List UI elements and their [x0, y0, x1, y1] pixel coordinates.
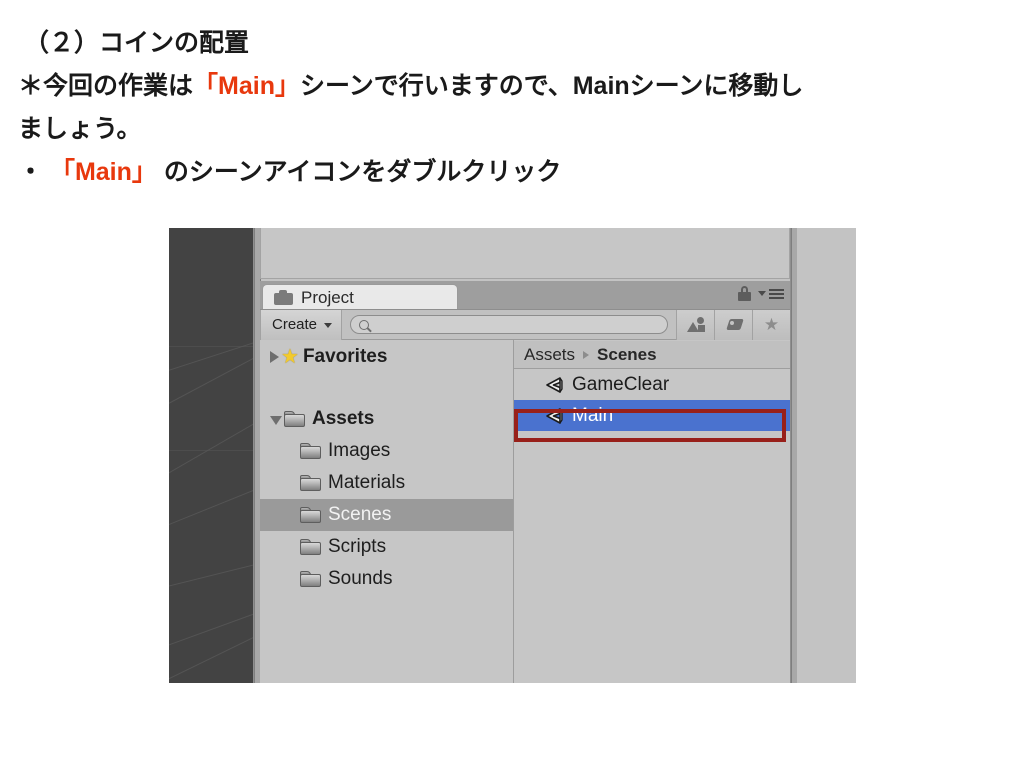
- slide-line-1: （２）コインの配置: [18, 22, 1003, 65]
- list-item-label: Main: [572, 404, 614, 426]
- chevron-down-icon: [758, 291, 766, 296]
- tree-item-materials[interactable]: Materials: [260, 467, 513, 499]
- tree-item-label: Materials: [328, 472, 406, 493]
- slide-line-2-accent: 「Main」: [193, 72, 300, 100]
- tree-item-label: Images: [328, 440, 391, 461]
- slide-line-1-text: （２）コインの配置: [24, 29, 250, 57]
- folder-icon: [284, 411, 305, 427]
- folder-icon: [300, 443, 321, 459]
- unity-scene-icon: [544, 375, 564, 395]
- unity-scene-icon: [544, 406, 564, 426]
- list-item[interactable]: Main: [514, 400, 790, 431]
- favorite-filter-button[interactable]: ★: [752, 309, 790, 340]
- folder-icon: [300, 539, 321, 555]
- tree-item-label: Sounds: [328, 568, 393, 589]
- slide-line-2: ＊今回の作業は「Main」シーンで行いますので、Mainシーンに移動し: [18, 65, 1003, 108]
- upper-panel-remnant: [260, 228, 790, 279]
- star-icon: ★: [281, 346, 299, 368]
- tree-item-scripts[interactable]: Scripts: [260, 531, 513, 563]
- project-window-column: Project Create ★ ★ Favorites Assets Imag…: [260, 228, 790, 683]
- project-tree: ★ Favorites Assets Images Materials Scen…: [260, 341, 513, 683]
- scene-view-panel[interactable]: [169, 228, 253, 683]
- slide-line-4-bullet: ・: [18, 158, 50, 186]
- chevron-down-icon: [324, 323, 333, 328]
- project-window-body: Create ★ ★ Favorites Assets Images Mater…: [260, 309, 790, 683]
- unity-editor-screenshot: Project Create ★ ★ Favorites Assets Imag…: [169, 228, 856, 683]
- folder-icon: [300, 475, 321, 491]
- star-icon: ★: [763, 315, 780, 334]
- tab-project[interactable]: Project: [262, 284, 458, 310]
- search-icon: [359, 319, 370, 330]
- slide-line-4: ・ 「Main」 のシーンアイコンをダブルクリック: [18, 151, 1003, 194]
- tree-spacer-row: [260, 373, 513, 403]
- tree-item-favorites[interactable]: ★ Favorites: [260, 341, 513, 373]
- folder-icon: [300, 571, 321, 587]
- list-item-label: GameClear: [572, 373, 670, 395]
- project-toolbar: Create ★: [260, 309, 790, 340]
- slide-line-2-part-3: シーンで行いますので、Mainシーンに移動し: [299, 72, 804, 100]
- tree-item-label: Assets: [312, 408, 375, 429]
- tree-item-images[interactable]: Images: [260, 435, 513, 467]
- tree-item-label: Favorites: [302, 346, 388, 367]
- asset-list-panel: Assets Scenes GameClear Main: [514, 341, 790, 683]
- chevron-down-icon[interactable]: [270, 416, 282, 425]
- tree-item-sounds[interactable]: Sounds: [260, 563, 513, 595]
- create-button-label: Create: [272, 316, 318, 333]
- folder-icon: [300, 507, 321, 523]
- slide-line-2-part-1: ＊今回の作業は: [18, 72, 194, 100]
- slide-line-4-accent: 「Main」: [49, 158, 157, 186]
- tab-project-label: Project: [301, 287, 354, 307]
- search-wrapper: [342, 310, 676, 340]
- slide-line-3: ましょう。: [18, 108, 1003, 151]
- slide-text-block: （２）コインの配置 ＊今回の作業は「Main」シーンで行いますので、Mainシー…: [18, 22, 1003, 194]
- breadcrumb: Assets Scenes: [514, 341, 790, 369]
- chevron-right-icon: [583, 350, 590, 359]
- hamburger-menu-icon[interactable]: [758, 288, 784, 299]
- list-item[interactable]: GameClear: [514, 369, 790, 400]
- tree-item-assets[interactable]: Assets: [260, 403, 513, 435]
- create-button[interactable]: Create: [261, 309, 343, 340]
- tree-item-scenes[interactable]: Scenes: [260, 499, 513, 531]
- label-filter-button[interactable]: [714, 309, 752, 340]
- slide-line-4-part-3: のシーンアイコンをダブルクリック: [156, 158, 562, 186]
- lock-icon[interactable]: [738, 286, 751, 301]
- search-input[interactable]: [350, 315, 668, 334]
- object-type-filter-button[interactable]: [676, 309, 714, 340]
- window-controls: [738, 286, 784, 301]
- tree-item-label: Scripts: [328, 536, 387, 557]
- breadcrumb-root[interactable]: Assets: [524, 345, 575, 365]
- tree-item-label: Scenes: [328, 504, 392, 525]
- folder-icon: [274, 290, 293, 305]
- right-panel-remnant: [797, 228, 856, 683]
- slide-line-3-text: ましょう。: [18, 115, 142, 143]
- chevron-right-icon[interactable]: [270, 351, 279, 363]
- breadcrumb-current[interactable]: Scenes: [597, 345, 657, 365]
- label-filter-icon: [725, 318, 744, 332]
- object-type-filter-icon: [686, 316, 705, 333]
